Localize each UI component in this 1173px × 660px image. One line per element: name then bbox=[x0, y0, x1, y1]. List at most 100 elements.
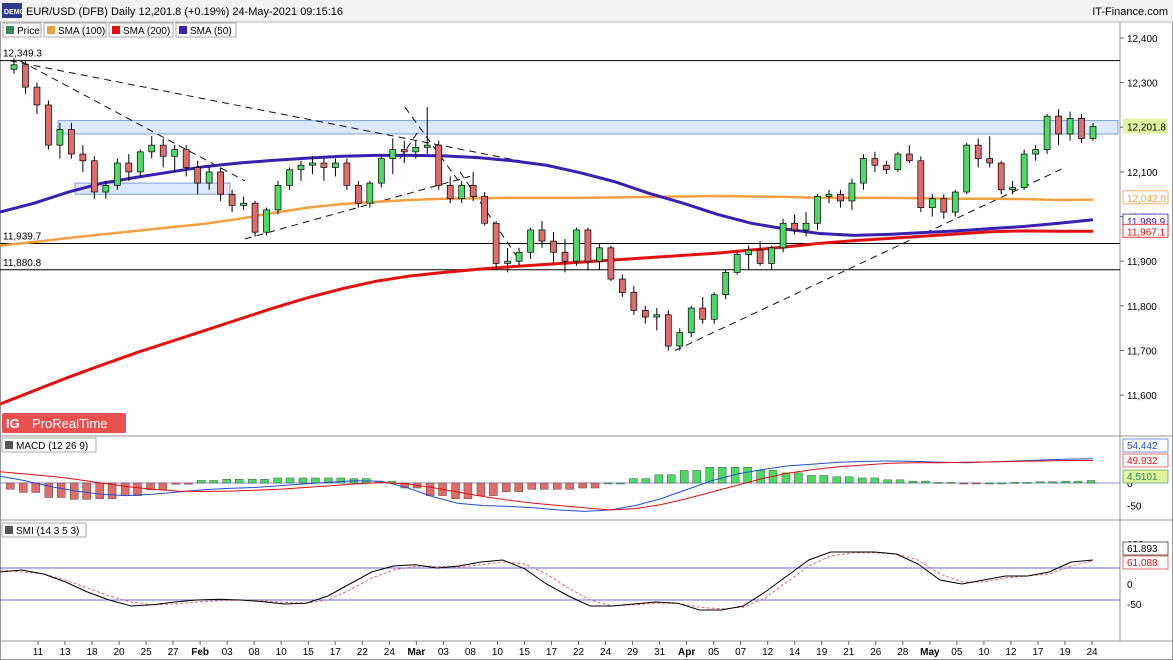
candle-body[interactable] bbox=[423, 144, 431, 148]
macd-histogram-bar bbox=[565, 482, 574, 490]
macd-histogram-bar bbox=[222, 479, 231, 484]
candle-body[interactable] bbox=[584, 229, 592, 262]
chart-svg[interactable]: DEMO EUR/USD (DFB) Daily 12,201.8 (+0.19%… bbox=[0, 0, 1173, 660]
candle-body[interactable] bbox=[159, 144, 167, 157]
candle-body[interactable] bbox=[630, 292, 638, 311]
candle-body[interactable] bbox=[538, 229, 546, 242]
candle-body[interactable] bbox=[768, 247, 775, 264]
candle-body[interactable] bbox=[217, 171, 224, 195]
candle-body[interactable] bbox=[687, 307, 695, 333]
candle-body[interactable] bbox=[814, 196, 821, 224]
candle-body[interactable] bbox=[710, 294, 718, 320]
candle-body[interactable] bbox=[561, 251, 569, 262]
candle-body[interactable] bbox=[791, 222, 798, 231]
candle-body[interactable] bbox=[45, 104, 52, 146]
candle-body[interactable] bbox=[1066, 118, 1074, 135]
candle-body[interactable] bbox=[619, 278, 626, 293]
candle-body[interactable] bbox=[1078, 118, 1085, 139]
candle-body[interactable] bbox=[676, 332, 684, 347]
candle-body[interactable] bbox=[148, 144, 156, 153]
candle-body[interactable] bbox=[779, 222, 787, 249]
candle-body[interactable] bbox=[722, 272, 730, 296]
candle-body[interactable] bbox=[1089, 126, 1097, 139]
candle-body[interactable] bbox=[860, 158, 867, 184]
candle-body[interactable] bbox=[171, 149, 179, 157]
candle-body[interactable] bbox=[228, 193, 236, 206]
candle-body[interactable] bbox=[883, 164, 890, 171]
candle-body[interactable] bbox=[492, 222, 500, 264]
candle-body[interactable] bbox=[33, 86, 41, 106]
candle-body[interactable] bbox=[905, 153, 913, 162]
candle-body[interactable] bbox=[274, 184, 282, 211]
candle-body[interactable] bbox=[1020, 153, 1028, 188]
candle-body[interactable] bbox=[1032, 149, 1039, 155]
candle-body[interactable] bbox=[377, 158, 385, 184]
candle-body[interactable] bbox=[240, 202, 247, 206]
candle-body[interactable] bbox=[435, 144, 443, 186]
candle-body[interactable] bbox=[263, 209, 270, 233]
candle-body[interactable] bbox=[194, 167, 202, 184]
candle-body[interactable] bbox=[102, 184, 110, 193]
candle-body[interactable] bbox=[894, 153, 902, 171]
candle-body[interactable] bbox=[951, 191, 959, 213]
candle-body[interactable] bbox=[332, 162, 339, 168]
candle-body[interactable] bbox=[446, 184, 454, 200]
candle-body[interactable] bbox=[837, 193, 844, 202]
candle-body[interactable] bbox=[309, 162, 316, 166]
candle-body[interactable] bbox=[366, 182, 374, 204]
candle-body[interactable] bbox=[607, 247, 615, 280]
candle-body[interactable] bbox=[825, 193, 833, 197]
candle-body[interactable] bbox=[573, 229, 580, 262]
candle-body[interactable] bbox=[297, 164, 305, 171]
candle-body[interactable] bbox=[917, 160, 925, 208]
candle-body[interactable] bbox=[125, 162, 133, 173]
candle-body[interactable] bbox=[596, 247, 603, 262]
candle-body[interactable] bbox=[699, 307, 707, 320]
candle-body[interactable] bbox=[205, 171, 213, 184]
candle-body[interactable] bbox=[986, 158, 994, 164]
candle-body[interactable] bbox=[91, 160, 98, 193]
candle-body[interactable] bbox=[1009, 187, 1016, 191]
candle-body[interactable] bbox=[756, 249, 764, 264]
candle-body[interactable] bbox=[664, 314, 672, 347]
candle-body[interactable] bbox=[481, 196, 488, 224]
candle-body[interactable] bbox=[10, 64, 18, 70]
candle-body[interactable] bbox=[997, 162, 1005, 191]
candle-body[interactable] bbox=[963, 144, 971, 193]
candle-body[interactable] bbox=[940, 198, 948, 213]
candle-body[interactable] bbox=[320, 162, 328, 168]
candle-body[interactable] bbox=[68, 129, 75, 155]
candle-body[interactable] bbox=[504, 260, 511, 264]
candle-body[interactable] bbox=[113, 162, 121, 186]
candle-body[interactable] bbox=[745, 249, 752, 255]
candle-body[interactable] bbox=[848, 182, 856, 202]
candle-body[interactable] bbox=[251, 202, 259, 233]
candle-body[interactable] bbox=[343, 162, 351, 186]
candle-body[interactable] bbox=[802, 222, 810, 231]
candle-body[interactable] bbox=[653, 314, 661, 318]
candle-body[interactable] bbox=[550, 240, 557, 253]
candle-body[interactable] bbox=[1055, 115, 1062, 135]
candle-body[interactable] bbox=[286, 169, 293, 186]
candle-body[interactable] bbox=[1043, 115, 1051, 150]
macd-histogram-bar bbox=[654, 474, 664, 484]
candle-body[interactable] bbox=[56, 129, 64, 146]
candle-body[interactable] bbox=[928, 198, 936, 208]
candle-body[interactable] bbox=[355, 184, 362, 204]
candle-body[interactable] bbox=[515, 251, 523, 262]
candle-body[interactable] bbox=[22, 64, 29, 88]
candle-body[interactable] bbox=[400, 149, 408, 153]
x-tick-label: 15 bbox=[519, 647, 531, 658]
candle-body[interactable] bbox=[974, 144, 982, 159]
candle-body[interactable] bbox=[182, 149, 190, 168]
candle-body[interactable] bbox=[412, 147, 420, 153]
candle-body[interactable] bbox=[458, 184, 466, 200]
candle-body[interactable] bbox=[641, 309, 649, 318]
candle-body[interactable] bbox=[527, 229, 534, 253]
candle-body[interactable] bbox=[136, 151, 144, 173]
candle-body[interactable] bbox=[871, 158, 879, 166]
candle-body[interactable] bbox=[79, 153, 87, 162]
candle-body[interactable] bbox=[469, 184, 477, 197]
candle-body[interactable] bbox=[389, 149, 397, 159]
candle-body[interactable] bbox=[733, 254, 741, 273]
